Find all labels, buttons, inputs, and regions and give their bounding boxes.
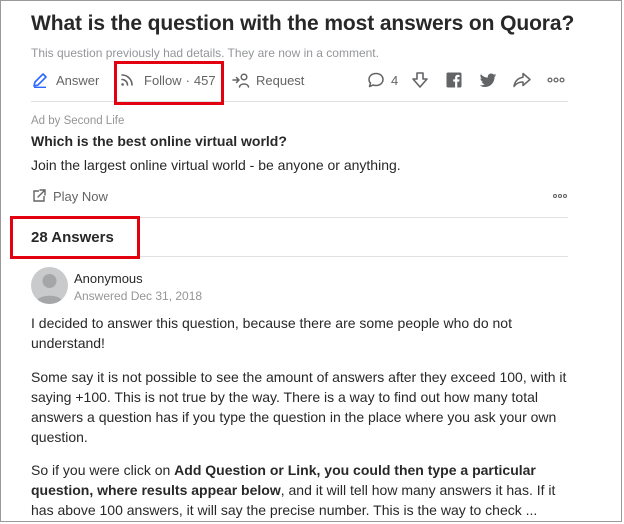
follow-button[interactable]: Follow · 457 (119, 66, 216, 94)
answer-paragraph-2: Some say it is not possible to see the a… (31, 369, 567, 445)
ad-attribution[interactable]: Ad by Second Life (31, 115, 124, 127)
comment-icon (367, 71, 385, 89)
answer-author[interactable]: Anonymous (74, 271, 143, 286)
question-title[interactable]: What is the question with the most answe… (31, 12, 574, 36)
play-now-label: Play Now (53, 188, 108, 204)
answers-count-heading: 28 Answers (31, 229, 114, 246)
ad-title[interactable]: Which is the best online virtual world? (31, 133, 287, 149)
downvote-icon (410, 70, 430, 90)
comment-button[interactable]: 4 (367, 66, 398, 94)
follow-separator: · (185, 72, 190, 88)
facebook-icon (445, 71, 463, 89)
follow-icon (119, 72, 135, 88)
question-note: This question previously had details. Th… (31, 46, 379, 60)
more-icon (546, 70, 566, 90)
answer-paragraph-1: I decided to answer this question, becau… (31, 315, 512, 351)
answer-paragraph-3-start: So if you were click on (31, 462, 175, 478)
play-now-link[interactable]: Play Now (31, 186, 108, 206)
anonymous-user-icon (35, 274, 64, 304)
answer-button[interactable]: Answer (31, 66, 99, 94)
more-options-button[interactable] (546, 66, 566, 94)
divider (31, 101, 568, 102)
ad-more-options-button[interactable] (552, 186, 568, 206)
more-icon (552, 191, 568, 201)
request-button[interactable]: Request (232, 66, 304, 94)
twitter-icon (479, 71, 497, 89)
avatar[interactable] (31, 267, 68, 304)
facebook-share-button[interactable] (445, 66, 463, 94)
pencil-icon (31, 71, 49, 89)
divider (31, 256, 568, 257)
share-button[interactable] (512, 66, 532, 94)
follow-count: 457 (193, 72, 216, 88)
follow-label: Follow (144, 72, 182, 88)
request-icon (232, 71, 250, 89)
question-action-bar: Answer Follow · 457 Request 4 (31, 66, 568, 94)
twitter-share-button[interactable] (479, 66, 497, 94)
share-icon (512, 70, 532, 90)
answer-date[interactable]: Answered Dec 31, 2018 (74, 289, 202, 303)
comment-count: 4 (391, 72, 399, 88)
external-link-icon (31, 188, 47, 204)
answer-paragraph-3: So if you were click on Add Question or … (31, 460, 568, 520)
answer-label: Answer (56, 72, 100, 88)
request-label: Request (256, 72, 305, 88)
divider (31, 217, 568, 218)
ad-description[interactable]: Join the largest online virtual world - … (31, 157, 401, 173)
downvote-button[interactable] (410, 66, 430, 94)
